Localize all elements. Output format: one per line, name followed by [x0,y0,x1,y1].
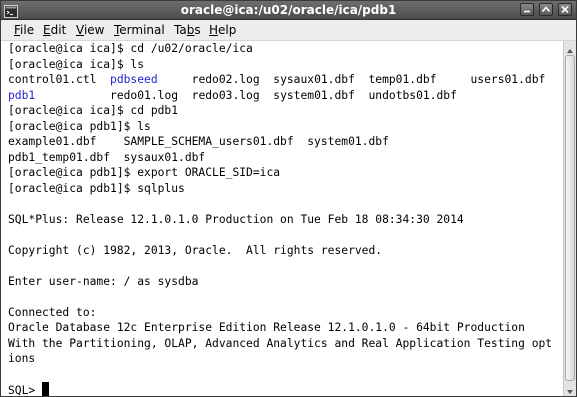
terminal-text-segment: SQL> [8,384,43,396]
terminal-line: SQL*Plus: Release 12.1.0.1.0 Production … [8,212,552,228]
menu-file[interactable]: File [14,22,34,38]
terminal-line: With the Partitioning, OLAP, Advanced An… [8,336,552,352]
terminal-text-segment: example01.dbf SAMPLE_SCHEMA_users01.dbf … [8,135,389,148]
directory-name: pdbseed [110,73,158,86]
scroll-down-arrow-icon[interactable] [564,383,576,395]
maximize-button[interactable] [539,3,553,16]
terminal-line: control01.ctl pdbseed redo02.log sysaux0… [8,72,552,88]
terminal-line: [oracle@ica pdb1]$ export ORACLE_SID=ica [8,165,552,181]
terminal-output[interactable]: [oracle@ica ica]$ cd /u02/oracle/ica [ora… [1,41,563,396]
terminal-line: pdb1_temp01.dbf sysaux01.dbf [8,150,552,166]
terminal-window: oracle@ica:/u02/oracle/ica/pdb1 File Edi… [0,0,577,397]
terminal-line: [oracle@ica ica]$ ls [8,57,552,73]
terminal-line: Enter user-name: / as sysdba [8,274,552,290]
terminal-text-segment: Connected to: [8,305,97,319]
terminal-text-segment: redo01.log redo03.log system01.dbf undot… [35,88,457,102]
title-bar[interactable]: oracle@ica:/u02/oracle/ica/pdb1 [1,1,576,20]
terminal-line: pdb1 redo01.log redo03.log system01.dbf … [8,88,552,104]
menu-help[interactable]: Help [209,22,236,38]
terminal-line: [oracle@ica ica]$ cd /u02/oracle/ica [8,41,552,57]
menu-edit[interactable]: Edit [43,22,66,38]
terminal-text-segment: SQL*Plus: Release 12.1.0.1.0 Production … [8,212,464,226]
menu-view[interactable]: View [76,22,104,38]
menu-terminal[interactable]: Terminal [114,22,165,38]
terminal-text-segment: [oracle@ica pdb1]$ ls [8,119,151,133]
terminal-text-segment: [oracle@ica pdb1]$ sqlplus [8,181,185,195]
terminal-text-segment: [oracle@ica ica]$ ls [8,57,145,71]
terminal-text: [oracle@ica ica]$ cd /u02/oracle/ica [ora… [8,41,552,396]
terminal-text-segment: With the Partitioning, OLAP, Advanced An… [8,336,553,350]
terminal-line: Oracle Database 12c Enterprise Edition R… [8,320,552,336]
terminal-line: example01.dbf SAMPLE_SCHEMA_users01.dbf … [8,134,552,150]
menu-bar: File Edit View Terminal Tabs Help [1,20,576,41]
terminal-line: Connected to: [8,305,552,321]
terminal-text-segment: pdb1_temp01.dbf sysaux01.dbf [8,150,206,164]
terminal-line: Copyright (c) 1982, 2013, Oracle. All ri… [8,243,552,259]
text-cursor [42,382,50,396]
directory-name: pdb1 [8,88,36,102]
terminal-text-segment: [oracle@ica pdb1]$ export ORACLE_SID=ica [8,166,281,179]
minimize-button[interactable] [520,3,534,16]
terminal-line: [oracle@ica pdb1]$ ls [8,119,552,135]
terminal-text-segment: Copyright (c) 1982, 2013, Oracle. All ri… [8,243,383,257]
vertical-scrollbar[interactable] [563,41,576,396]
terminal-line: SQL> [8,382,552,396]
terminal-text-segment: redo02.log sysaux01.dbf temp01.dbf users… [157,73,546,86]
scrollbar-thumb[interactable] [565,55,575,381]
terminal-text-segment: [oracle@ica ica]$ cd pdb1 [8,104,179,117]
terminal-text-segment: [oracle@ica ica]$ cd /u02/oracle/ica [8,42,253,55]
terminal-text-segment: control01.ctl [8,73,111,86]
close-button[interactable] [558,3,572,16]
terminal-text-segment: ions [8,352,36,365]
terminal-line: [oracle@ica pdb1]$ sqlplus [8,181,552,197]
scroll-up-arrow-icon[interactable] [564,42,576,54]
window-title: oracle@ica:/u02/oracle/ica/pdb1 [180,3,397,17]
menu-tabs[interactable]: Tabs [174,22,201,38]
terminal-line: [oracle@ica ica]$ cd pdb1 [8,103,552,119]
terminal-text-segment: Enter user-name: / as sysdba [8,274,199,288]
terminal-text-segment: Oracle Database 12c Enterprise Edition R… [8,321,525,334]
terminal-line: ions [8,351,552,367]
